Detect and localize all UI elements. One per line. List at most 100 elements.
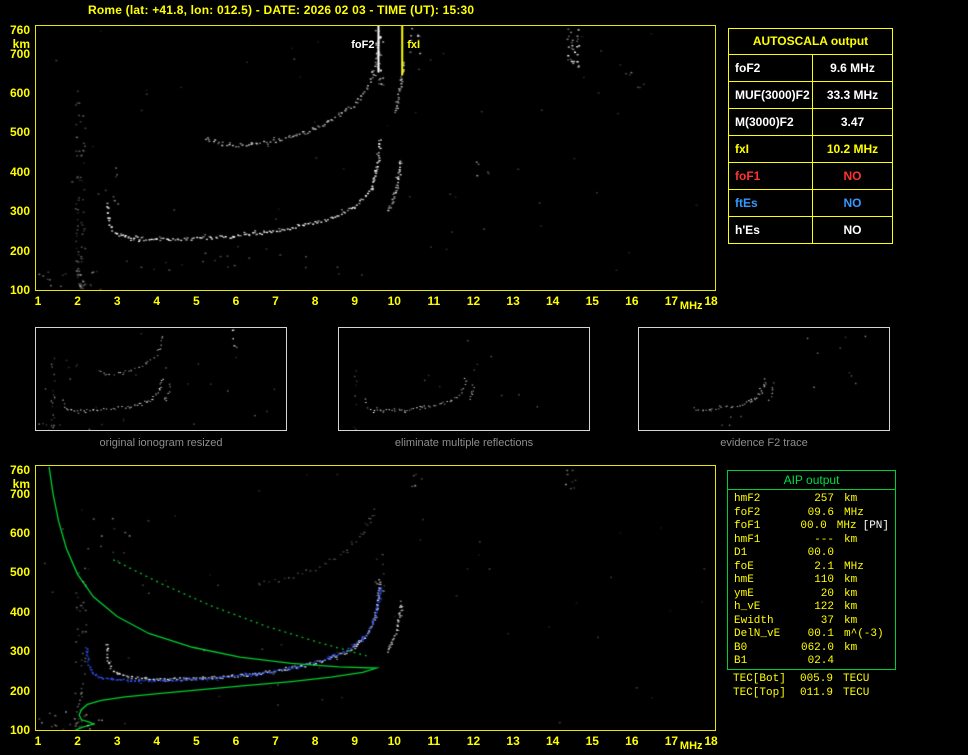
x-axis-tick-10: 10 — [387, 294, 401, 308]
aip-param-unit: km — [844, 493, 858, 505]
aip-param-value: 011.9 — [799, 686, 833, 699]
aip-param-value: 005.9 — [799, 673, 833, 685]
x-axis-tick-5: 5 — [193, 734, 200, 748]
aip-param-label: h_vE — [734, 601, 761, 613]
aip-row-Ewidth: Ewidth 37 km — [728, 615, 895, 629]
x-axis-tick-2: 2 — [74, 734, 81, 748]
y-axis-tick-500: 500 — [9, 565, 30, 580]
x-axis-tick-8: 8 — [311, 294, 319, 308]
autoscala-param-value: 33.3 MHz — [826, 88, 879, 102]
autoscala-param-label: fxI — [729, 136, 813, 162]
aip-param-unit: TECU — [843, 686, 870, 699]
recorded-ionogram-canvas — [36, 26, 715, 290]
aip-param-label: Ewidth — [734, 614, 774, 627]
autoscala-param-value: 10.2 MHz — [826, 142, 879, 156]
aip-param-value: 00.1 — [807, 628, 834, 640]
x-axis-tick-8: 8 — [311, 734, 319, 748]
y-axis-unit-label: km — [12, 476, 30, 491]
aip-param-label: B0 — [734, 641, 748, 654]
autoscala-param-label: foF1 — [729, 163, 813, 189]
x-axis-tick-1: 1 — [34, 734, 42, 748]
aip-param-label: foF1 — [734, 520, 761, 532]
x-axis-tick-15: 15 — [585, 294, 599, 308]
aip-param-label: foF2 — [734, 506, 761, 519]
x-axis-tick-2: 2 — [74, 294, 81, 308]
x-axis-tick-4: 4 — [153, 294, 161, 308]
thumbnail-original-canvas — [36, 328, 286, 430]
autoscala-param-label: M(3000)F2 — [729, 109, 813, 135]
thumbnail-caption-f2-trace: evidence F2 trace — [720, 437, 808, 449]
aip-row-D1: D1 00.0 — [728, 547, 895, 561]
x-axis-tick-6: 6 — [232, 294, 240, 308]
autoscala-param-label: h'Es — [729, 217, 813, 243]
x-axis-unit-label: MHz — [679, 740, 703, 752]
x-axis-tick-9: 9 — [351, 294, 359, 308]
aip-param-label: foE — [734, 560, 754, 573]
autoscala-param-value: NO — [843, 196, 862, 210]
autoscala-param-value: NO — [843, 223, 862, 237]
aip-param-label: D1 — [734, 547, 748, 559]
y-axis-tick-200: 200 — [9, 243, 30, 258]
x-axis-tick-10: 10 — [387, 734, 401, 748]
aip-output-table: AIP output hmF2 257 km foF2 09.6 MHz foF1 00.0 M… — [727, 470, 896, 670]
aip-row-h_vE: h_vE 122 km — [728, 601, 895, 615]
thumbnail-caption-no-multiples: eliminate multiple reflections — [394, 437, 534, 449]
x-axis-tick-9: 9 — [351, 734, 359, 748]
aip-param-unit: km — [844, 641, 858, 654]
x-axis-tick-11: 11 — [427, 294, 441, 308]
x-axis-tick-11: 11 — [427, 734, 441, 748]
x-axis-tick-7: 7 — [272, 734, 279, 748]
x-axis-tick-15: 15 — [585, 734, 599, 748]
x-axis-tick-5: 5 — [193, 294, 200, 308]
autoscala-output-table: AUTOSCALA output foF2 9.6 MHz MUF(3000)F2 3… — [728, 28, 893, 244]
thumbnail-f2-trace — [638, 327, 890, 431]
aip-param-label: ymE — [734, 587, 754, 600]
y-axis-unit-label: km — [12, 36, 30, 51]
autoscala-param-label: foF2 — [729, 55, 813, 81]
x-axis-tick-6: 6 — [232, 734, 240, 748]
aip-param-unit: km — [844, 574, 858, 586]
aip-param-value: 110 — [814, 574, 834, 586]
aip-param-unit: MHz — [844, 506, 864, 519]
aip-row-ymE: ymE 20 km — [728, 588, 895, 602]
aip-param-value: 122 — [814, 601, 834, 613]
interpreted-ionogram-canvas — [36, 466, 715, 730]
autoscala-param-label: ftEs — [729, 190, 813, 216]
aip-param-value: 062.0 — [800, 641, 834, 654]
aip-table-header: AIP output — [728, 471, 895, 490]
aip-row-hmF2: hmF2 257 km — [728, 493, 895, 507]
y-axis-tick-760: 760 — [9, 22, 30, 37]
y-axis-tick-300: 300 — [9, 644, 30, 659]
aip-param-unit: m^(-3) — [844, 628, 884, 640]
marker-label-foF2: foF2 — [351, 39, 375, 51]
aip-param-value: 09.6 — [807, 506, 834, 519]
aip-param-unit: km — [844, 601, 858, 613]
aip-param-unit: MHz — [844, 560, 864, 573]
aip-row-foF2: foF2 09.6 MHz — [728, 507, 895, 521]
thumbnail-caption-original: original ionogram resized — [99, 437, 223, 449]
aip-param-value: 02.4 — [807, 655, 834, 667]
x-axis-tick-16: 16 — [625, 734, 639, 748]
aip-row-B0: B0 062.0 km — [728, 642, 895, 656]
autoscala-row-foF2: foF2 9.6 MHz — [729, 55, 892, 82]
y-axis-tick-400: 400 — [9, 604, 30, 619]
aip-row-foE: foE 2.1 MHz — [728, 561, 895, 575]
aip-param-value: --- — [814, 533, 834, 546]
aip-param-label: TEC[Bot] — [733, 673, 786, 685]
x-axis-tick-14: 14 — [545, 294, 560, 308]
recorded-ionogram-plot — [35, 25, 716, 291]
autoscala-table-header: AUTOSCALA output — [729, 29, 892, 55]
autoscala-param-value: 9.6 MHz — [830, 61, 875, 75]
marker-label-fxI: fxI — [407, 39, 421, 51]
thumbnail-no-multiples-canvas — [339, 328, 589, 430]
autoscala-row-fxI: fxI 10.2 MHz — [729, 136, 892, 163]
x-axis-tick-13: 13 — [506, 294, 520, 308]
autoscala-param-value: 3.47 — [840, 115, 865, 129]
aip-row-TEC[Top]: TEC[Top] 011.9 TECU — [727, 687, 896, 701]
y-axis-tick-600: 600 — [9, 525, 30, 540]
aip-row-DelN_vE: DelN_vE 00.1 m^(-3) — [728, 628, 895, 642]
autoscala-row-foF1: foF1 NO — [729, 163, 892, 190]
aip-param-label: hmF1 — [734, 533, 761, 546]
y-axis-tick-200: 200 — [9, 683, 30, 698]
aip-param-label: hmE — [734, 574, 754, 586]
